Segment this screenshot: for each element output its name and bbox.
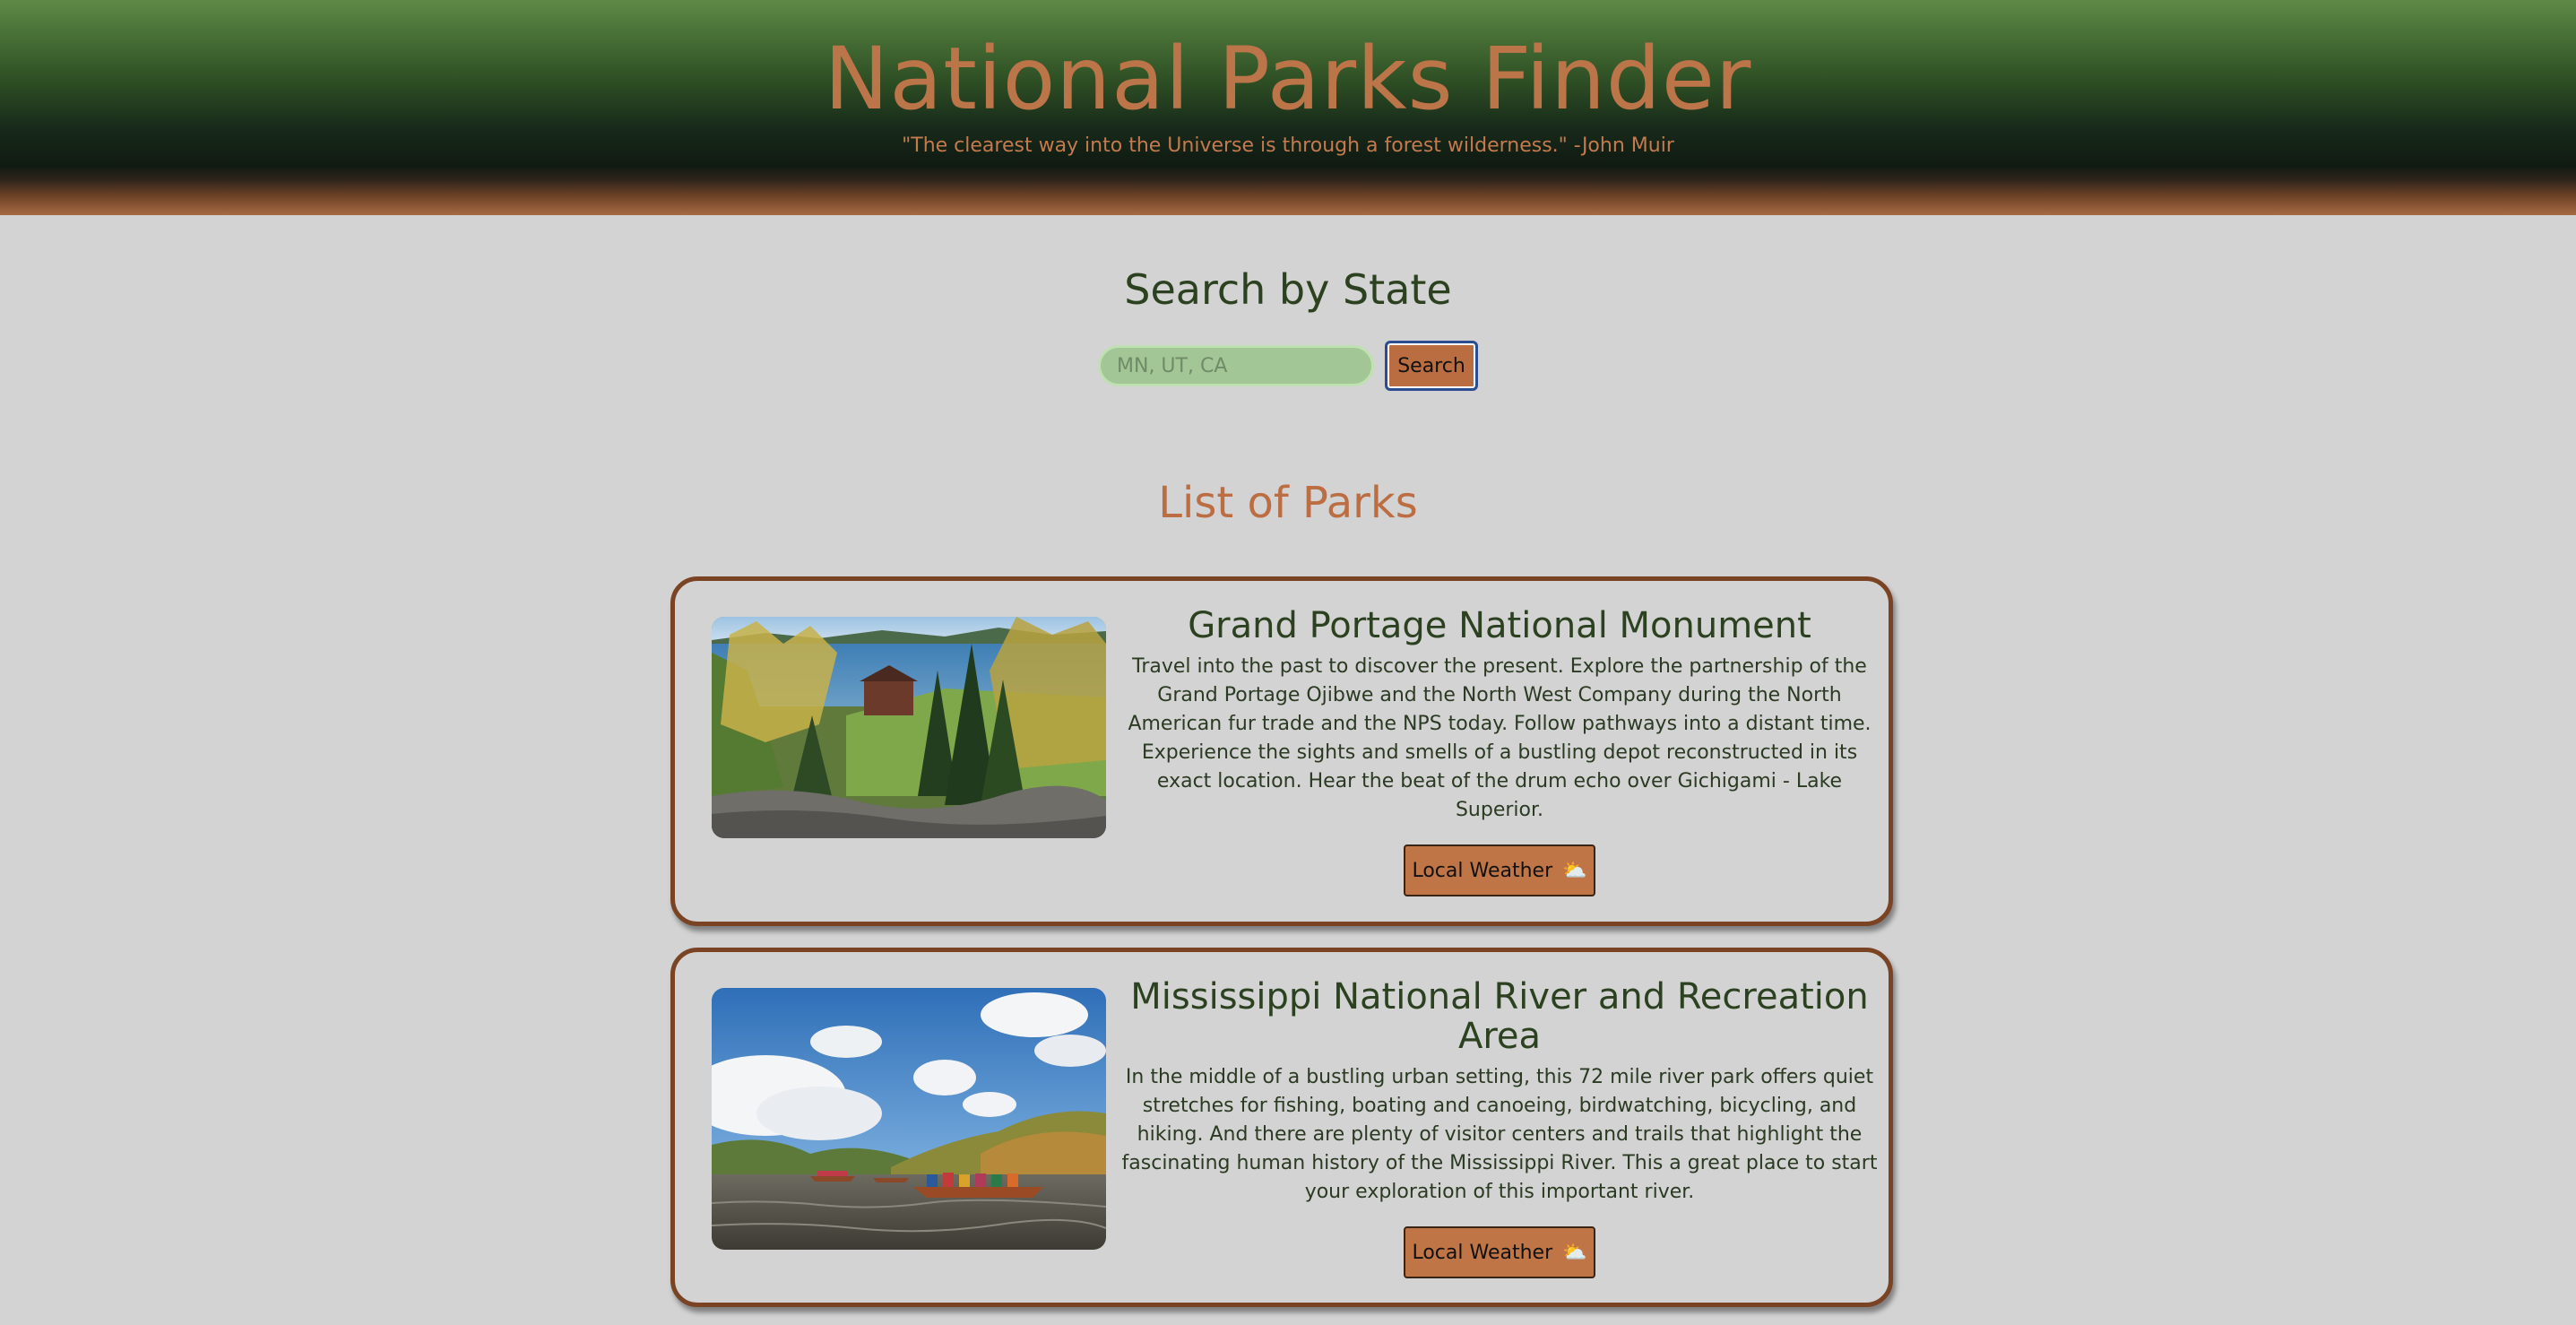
park-photo-river-canoes — [712, 988, 1106, 1250]
search-button[interactable]: Search — [1385, 341, 1478, 391]
cloud-sun-icon: ⛅ — [1562, 859, 1587, 882]
park-name: Grand Portage National Monument — [1188, 605, 1811, 646]
weather-button-label: Local Weather — [1412, 859, 1553, 882]
local-weather-button[interactable]: Local Weather ⛅ — [1404, 844, 1595, 896]
site-quote: "The clearest way into the Universe is t… — [902, 134, 1674, 157]
search-form: Search — [0, 341, 2576, 391]
state-search-input[interactable] — [1098, 345, 1374, 386]
park-card: Mississippi National River and Recreatio… — [670, 948, 1893, 1307]
cloud-sun-icon: ⛅ — [1562, 1241, 1587, 1264]
park-description: Travel into the past to discover the pre… — [1128, 655, 1871, 821]
park-info: Mississippi National River and Recreatio… — [1119, 977, 1880, 1278]
site-title: National Parks Finder — [824, 29, 1752, 129]
search-heading: Search by State — [1124, 265, 1452, 314]
list-heading: List of Parks — [1158, 478, 1418, 528]
park-info: Grand Portage National Monument Travel i… — [1119, 606, 1880, 896]
park-photo-forest-lake — [712, 617, 1106, 838]
hero-banner: National Parks Finder "The clearest way … — [0, 0, 2576, 215]
park-name: Mississippi National River and Recreatio… — [1130, 976, 1869, 1057]
local-weather-button[interactable]: Local Weather ⛅ — [1404, 1226, 1595, 1278]
park-description: In the middle of a bustling urban settin… — [1121, 1066, 1878, 1203]
park-card: Grand Portage National Monument Travel i… — [670, 576, 1893, 926]
weather-button-label: Local Weather — [1412, 1241, 1553, 1264]
